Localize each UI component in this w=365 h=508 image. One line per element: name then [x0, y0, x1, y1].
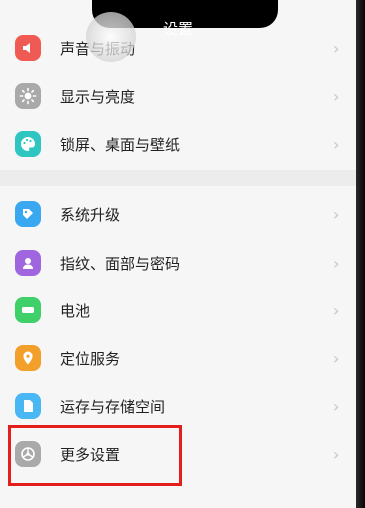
menu-item-system-update[interactable]: 系统升级 ›	[0, 190, 356, 238]
menu-item-label: 电池	[60, 301, 91, 320]
menu-item-battery[interactable]: 电池 ›	[0, 286, 356, 334]
chevron-right-icon: ›	[333, 134, 340, 154]
menu-item-label: 系统升级	[60, 205, 121, 224]
fingerprint-icon	[15, 250, 41, 276]
chevron-right-icon: ›	[333, 86, 340, 106]
chevron-right-icon: ›	[333, 204, 340, 224]
menu-item-label: 运存与存储空间	[60, 397, 166, 416]
menu-item-lockscreen-wallpaper[interactable]: 锁屏、桌面与壁纸 ›	[0, 120, 356, 168]
settings-screen: 声音与振动 › 显示与亮度 ›	[0, 0, 356, 508]
menu-item-fingerprint-face-password[interactable]: 指纹、面部与密码 ›	[0, 239, 356, 287]
menu-item-ram-storage[interactable]: 运存与存储空间 ›	[0, 382, 356, 430]
chevron-right-icon: ›	[333, 38, 340, 58]
chevron-right-icon: ›	[333, 348, 340, 368]
location-pin-icon	[15, 345, 41, 371]
chevron-right-icon: ›	[333, 396, 340, 416]
menu-item-label: 显示与亮度	[60, 87, 136, 106]
theme-palette-icon	[15, 131, 41, 157]
menu-item-display[interactable]: 显示与亮度 ›	[0, 72, 356, 120]
chevron-right-icon: ›	[333, 300, 340, 320]
menu-item-label: 定位服务	[60, 349, 121, 368]
chevron-right-icon: ›	[333, 444, 340, 464]
battery-icon	[15, 297, 41, 323]
menu-item-label: 锁屏、桌面与壁纸	[60, 135, 181, 154]
brightness-icon	[15, 83, 41, 109]
page-title: 设置	[162, 20, 193, 38]
annotation-highlight-box	[8, 425, 182, 486]
menu-item-location[interactable]: 定位服务 ›	[0, 334, 356, 382]
section-divider	[0, 170, 356, 186]
menu-item-label: 指纹、面部与密码	[60, 254, 181, 273]
storage-icon	[15, 393, 41, 419]
chevron-right-icon: ›	[333, 253, 340, 273]
system-update-icon	[15, 201, 41, 227]
device-frame-edge	[356, 0, 365, 508]
